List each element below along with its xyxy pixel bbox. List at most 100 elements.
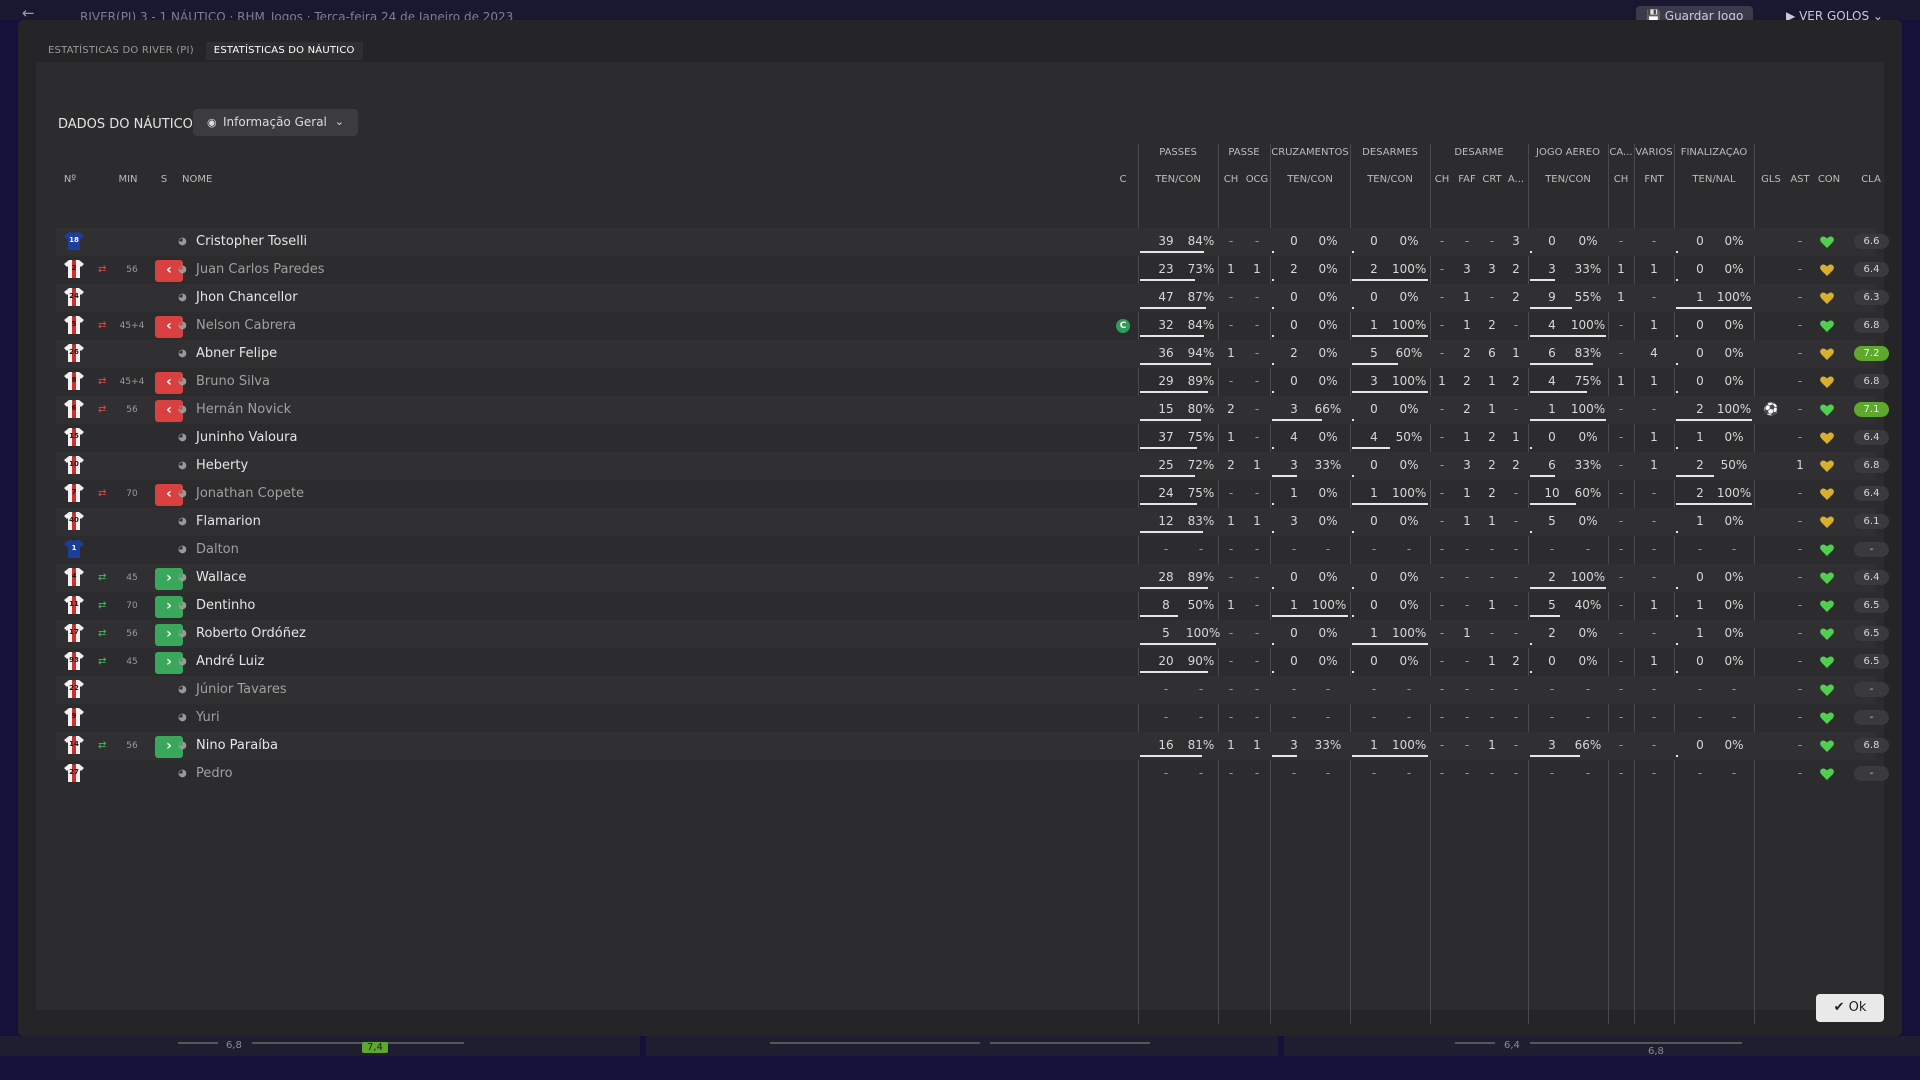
player-name[interactable]: Nelson Cabrera (196, 318, 296, 333)
header-ca-ch[interactable]: CH (1608, 174, 1634, 185)
player-name[interactable]: Pedro (196, 766, 233, 781)
player-name[interactable]: Flamarion (196, 514, 261, 529)
player-name[interactable]: Juninho Valoura (196, 430, 297, 445)
save-game-label: Guardar Jogo (1664, 9, 1744, 20)
header-des-tc[interactable]: TEN/CON (1350, 174, 1430, 185)
player-name[interactable]: Roberto Ordóñez (196, 626, 306, 641)
header-air-tc[interactable]: TEN/CON (1528, 174, 1608, 185)
header-c[interactable]: C (1116, 174, 1130, 185)
table-row[interactable]: 11 ⇄ 70 › ◕ Dentinho 8 50% 1-1 100% 0 0% - -1-5 40% -1 1… (56, 592, 1889, 620)
player-name[interactable]: Hernán Novick (196, 402, 291, 417)
header-s[interactable]: S (156, 174, 172, 185)
header-var-fnt[interactable]: FNT (1634, 174, 1674, 185)
player-name[interactable]: Jonathan Copete (196, 486, 304, 501)
player-name[interactable]: Jhon Chancellor (196, 290, 298, 305)
player-name[interactable]: Abner Felipe (196, 346, 277, 361)
section-title: DADOS DO NÁUTICO (58, 117, 193, 132)
stat-fi-t: 0 (1696, 346, 1704, 360)
player-name[interactable]: Heberty (196, 458, 248, 473)
player-name[interactable]: Bruno Silva (196, 374, 270, 389)
table-row[interactable]: 2 ⇄ 56 ‹ ◕ Juan Carlos Paredes 23 73% 1 1 2 0% 2 100%… (56, 256, 1889, 284)
stat-d-faf: 3 (1463, 262, 1471, 276)
stat-ai-p: - (1585, 766, 1591, 780)
table-row[interactable]: 9 ◕ Yuri - - - - - - - - - - - - - - - - - - - - (56, 704, 1889, 732)
stat-pass-p: 73% (1187, 262, 1215, 276)
header-passe-ch[interactable]: CH (1218, 174, 1244, 185)
header-cruz-tc[interactable]: TEN/CON (1270, 174, 1350, 185)
stat-fnt: - (1651, 710, 1657, 724)
stat-de-t: 0 (1370, 570, 1378, 584)
stat-ai-p: - (1585, 710, 1591, 724)
header-d-ch[interactable]: CH (1430, 174, 1454, 185)
table-row[interactable]: 17 ⇄ 56 › ◕ Roberto Ordóñez 5 100% - -0 0% 1 100% -1-… (56, 620, 1889, 648)
arrow-left-icon[interactable]: ← (22, 4, 35, 20)
stat-de-t: 0 (1370, 654, 1378, 668)
stat-p-ocg: - (1254, 598, 1260, 612)
header-gls[interactable]: GLS (1756, 174, 1786, 185)
success-bar (1352, 671, 1354, 673)
captain-badge: C (1116, 319, 1130, 333)
success-bar (1272, 503, 1274, 505)
table-row[interactable]: 10 ◕ Heberty 25 72% 2 1 3 33% 0 0% - 3 2 2 6 33% - 1 2 50% 1 6… (56, 452, 1889, 480)
stat-ai-p: 0% (1578, 234, 1598, 248)
player-name[interactable]: Júnior Tavares (196, 682, 287, 697)
table-row[interactable]: 22 ◕ Júnior Tavares - - - - - - - - - - - - - - - - - - - - (56, 676, 1889, 704)
view-select[interactable]: ◉ Informação Geral ⌄ (193, 109, 358, 136)
player-name[interactable]: Yuri (196, 710, 220, 725)
stat-fi-p: 0% (1724, 598, 1744, 612)
player-name[interactable]: André Luiz (196, 654, 264, 669)
stat-cr-p: 0% (1318, 346, 1338, 360)
table-row[interactable]: 1 ◕ Dalton - - - - - - - - - - - - - - - - - - - - (56, 536, 1889, 564)
stat-ai-p: 60% (1574, 486, 1602, 500)
view-goals-button[interactable]: ▶ VER GOLOS ⌄ (1776, 6, 1893, 20)
header-passe-ocg[interactable]: OCG (1244, 174, 1270, 185)
stat-fnt: - (1651, 738, 1657, 752)
tab-nautico-stats[interactable]: ESTATÍSTICAS DO NÁUTICO (205, 42, 363, 60)
header-d-faf[interactable]: FAF (1454, 174, 1480, 185)
table-row[interactable]: 6 ⇄ 56 ‹ ◕ Hernán Novick 15 80% 2-3 66% 0 0% -2 1-1 10… (56, 396, 1889, 424)
stat-ca: - (1618, 430, 1624, 444)
player-name[interactable]: Dalton (196, 542, 239, 557)
header-d-crt[interactable]: CRT (1480, 174, 1504, 185)
header-name[interactable]: NOME (182, 174, 222, 185)
tab-river-stats[interactable]: ESTATÍSTICAS DO RIVER (PI) (40, 42, 202, 60)
stat-fnt: - (1651, 486, 1657, 500)
player-rating: - (1854, 710, 1889, 725)
ok-button[interactable]: ✔ Ok (1816, 994, 1884, 1022)
table-row[interactable]: 26 ◕ Abner Felipe 36 94% 1-2 0% 5 60% -2 6 1 6 83% -4 0… (56, 340, 1889, 368)
table-row[interactable]: 8 ⇄ 45+4 ‹ ◕ Bruno Silva 29 89% - -0 0% 3 100% 1 2 1 2 4 7… (56, 368, 1889, 396)
table-row[interactable]: 18 ◕ Cristopher Toselli 39 84% - -0 0% 0 0% - - -3 0 0… (56, 228, 1889, 256)
header-con[interactable]: CON (1816, 174, 1842, 185)
stat-d-a: - (1513, 598, 1519, 612)
table-row[interactable]: 40 ◕ Flamarion 12 83% 1 1 3 0% 0 0% - 1 1 - 5 0% - - 1 0% - 6.… (56, 508, 1889, 536)
table-row[interactable]: 4 ⇄ 45 › ◕ Wallace 28 89% - -0 0% 0 0% - - - -2 100% - -0 0%… (56, 564, 1889, 592)
header-fin-tn[interactable]: TEN/NAL (1674, 174, 1754, 185)
player-name[interactable]: Wallace (196, 570, 246, 585)
header-min[interactable]: MIN (108, 174, 148, 185)
stat-pass-p: 94% (1187, 346, 1215, 360)
stat-de-p: 50% (1395, 430, 1423, 444)
stat-cr-p: - (1325, 542, 1331, 556)
player-name[interactable]: Nino Paraíba (196, 738, 278, 753)
player-rating: - (1854, 682, 1889, 697)
player-name[interactable]: Dentinho (196, 598, 255, 613)
success-bar (1140, 615, 1178, 617)
table-row[interactable]: 24 ◕ Jhon Chancellor 47 87% - -0 0% 0 0% -1-2 9 55% 1… (56, 284, 1889, 312)
table-row[interactable]: 7 ⇄ 70 ‹ ◕ Jonathan Copete 24 75% - -1 0% 1 100% -1 2-… (56, 480, 1889, 508)
table-row[interactable]: 14 ⇄ 56 › ◕ Nino Paraíba 16 81% 1 1 3 33% 1 100% - -1-3… (56, 732, 1889, 760)
header-d-a[interactable]: A... (1504, 174, 1528, 185)
stat-p-ch: - (1228, 710, 1234, 724)
player-name[interactable]: Juan Carlos Paredes (196, 262, 325, 277)
table-row[interactable]: 5 ⇄ 45+4 ‹ ◕ Nelson Cabrera C 32 84% - -0 0% 1 100% -1… (56, 312, 1889, 340)
table-row[interactable]: 93 ⇄ 45 › ◕ André Luiz 20 90% - -0 0% 0 0% - -1 2 0 0% -1 0… (56, 648, 1889, 676)
header-pass-tc[interactable]: TEN/CON (1138, 174, 1218, 185)
save-game-button[interactable]: 💾 Guardar Jogo (1636, 6, 1754, 20)
success-bar (1272, 643, 1274, 645)
stat-d-faf: - (1464, 682, 1470, 696)
header-cla[interactable]: CLA (1846, 174, 1896, 185)
header-ast[interactable]: AST (1786, 174, 1814, 185)
player-name[interactable]: Cristopher Toselli (196, 234, 307, 249)
table-row[interactable]: 27 ◕ Pedro - - - - - - - - - - - - - - - - - - - - (56, 760, 1889, 788)
table-row[interactable]: 15 ◕ Juninho Valoura 37 75% 1 - 4 0% 4 50% - 1 2 1 0 0% -… (56, 424, 1889, 452)
heart-icon (1820, 376, 1834, 388)
